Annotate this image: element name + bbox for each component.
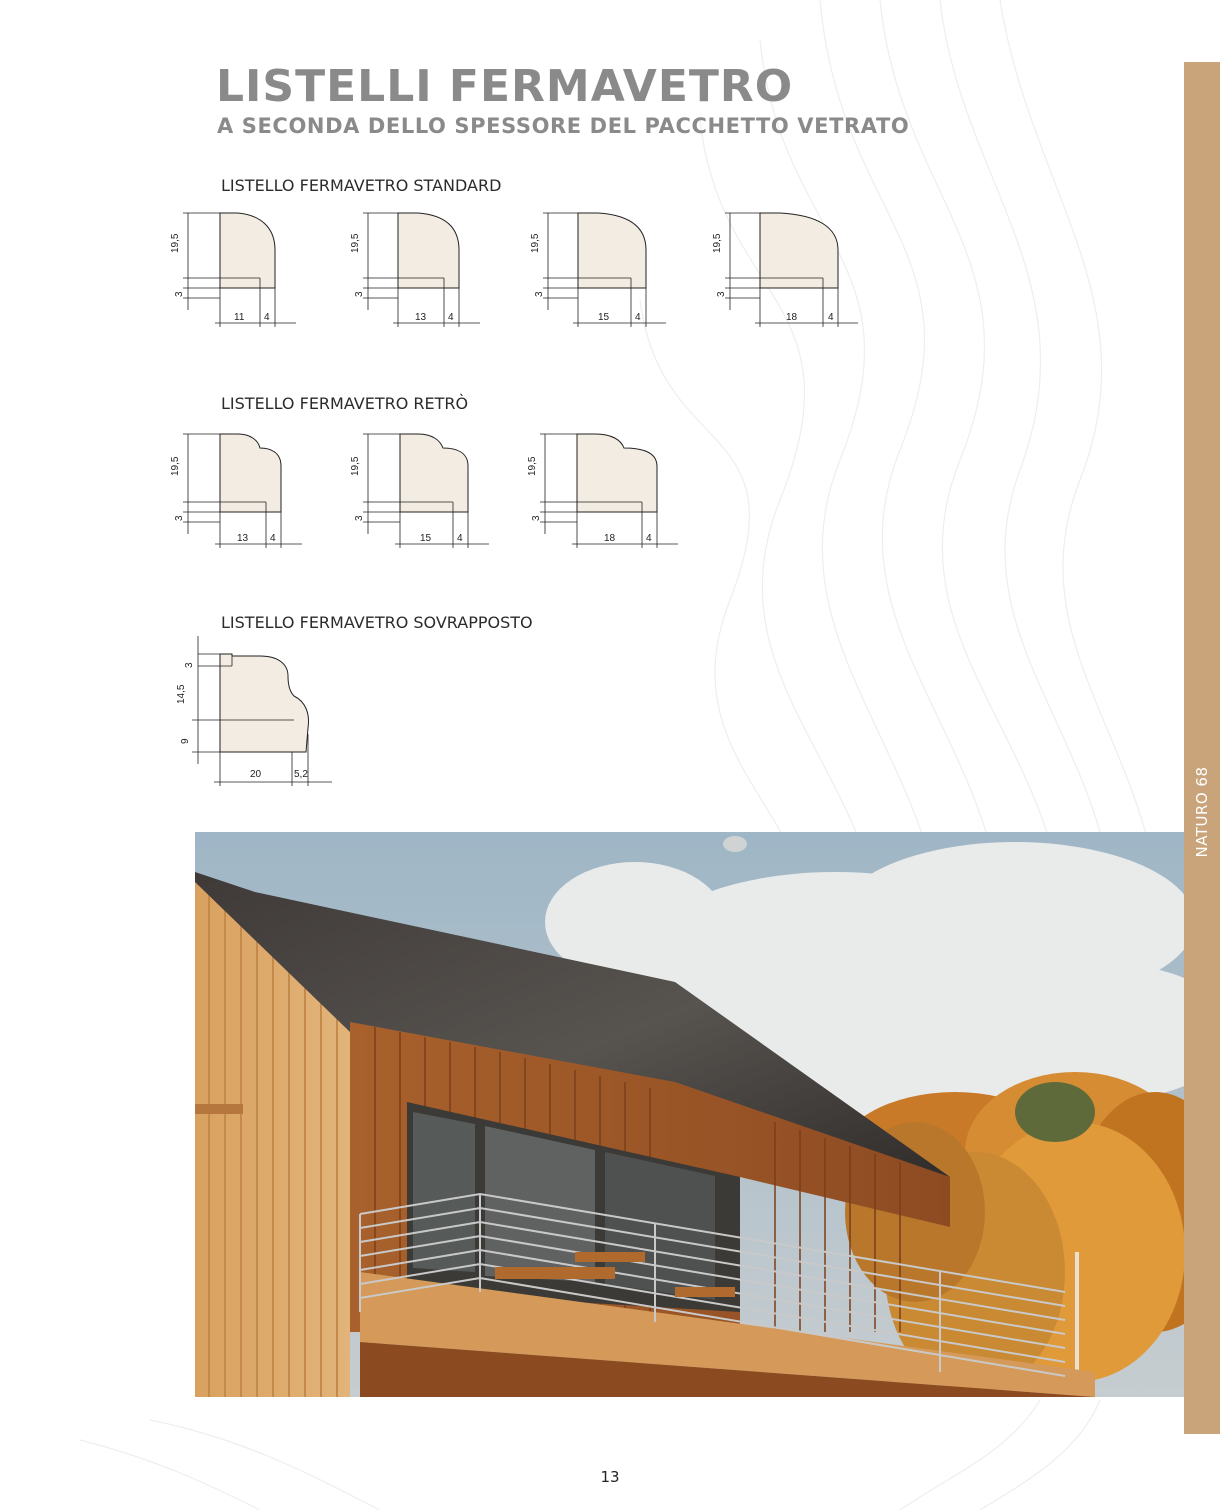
dim-lip: 3 [354, 291, 365, 297]
dim-width: 13 [415, 312, 427, 323]
profile-standard-11: 19,5 3 11 4 [170, 212, 296, 327]
house-photo [195, 832, 1184, 1397]
section-label-standard: LISTELLO FERMAVETRO STANDARD [221, 176, 502, 195]
dim-width: 11 [234, 312, 245, 323]
dim-width: 15 [420, 533, 432, 544]
dim-offset: 4 [828, 312, 834, 323]
profile-standard-15: 19,5 3 15 4 [530, 212, 666, 327]
dim-middle: 14,5 [176, 684, 187, 704]
profile-retro-13: 19,5 3 13 4 [170, 433, 302, 548]
dim-lip: 3 [174, 291, 185, 297]
dim-offset: 5,2 [294, 769, 308, 780]
dim-offset: 4 [448, 312, 454, 323]
page-title: LISTELLI FERMAVETRO [216, 61, 794, 112]
dim-top: 3 [184, 662, 195, 668]
dim-lip: 3 [531, 515, 542, 521]
dim-lip: 3 [716, 291, 727, 297]
dim-offset: 4 [457, 533, 463, 544]
side-tab: NATURO 68 [1184, 62, 1220, 1434]
dim-lip: 3 [534, 291, 545, 297]
dim-bottom: 9 [180, 738, 191, 744]
profile-sovrapposto: 3 14,5 9 20 5,2 [176, 636, 332, 786]
profile-standard-13: 19,5 3 13 4 [350, 212, 480, 327]
dim-offset: 4 [270, 533, 276, 544]
profile-retro-15: 19,5 3 15 4 [350, 433, 489, 548]
profile-standard-18: 19,5 3 18 4 [712, 212, 858, 327]
dim-height: 19,5 [350, 456, 361, 476]
dim-offset: 4 [635, 312, 641, 323]
dim-height: 19,5 [527, 456, 538, 476]
page-number: 13 [600, 1468, 620, 1486]
section-label-retro: LISTELLO FERMAVETRO RETRÒ [221, 394, 469, 413]
dim-offset: 4 [264, 312, 270, 323]
dim-lip: 3 [174, 515, 185, 521]
dim-width: 18 [786, 312, 798, 323]
dim-height: 19,5 [530, 233, 541, 253]
dim-height: 19,5 [712, 233, 723, 253]
side-tab-label: NATURO 68 [1193, 766, 1211, 858]
dim-height: 19,5 [170, 456, 181, 476]
dim-lip: 3 [354, 515, 365, 521]
dim-width: 20 [250, 769, 262, 780]
dim-width: 18 [604, 533, 616, 544]
dim-width: 15 [598, 312, 610, 323]
dim-offset: 4 [646, 533, 652, 544]
profile-retro-18: 19,5 3 18 4 [527, 433, 678, 548]
dim-height: 19,5 [350, 233, 361, 253]
dim-width: 13 [237, 533, 249, 544]
house-illustration [195, 832, 1184, 1397]
dim-height: 19,5 [170, 233, 181, 253]
page-subtitle: A SECONDA DELLO SPESSORE DEL PACCHETTO V… [217, 114, 910, 138]
section-label-sovrapposto: LISTELLO FERMAVETRO SOVRAPPOSTO [221, 613, 533, 632]
